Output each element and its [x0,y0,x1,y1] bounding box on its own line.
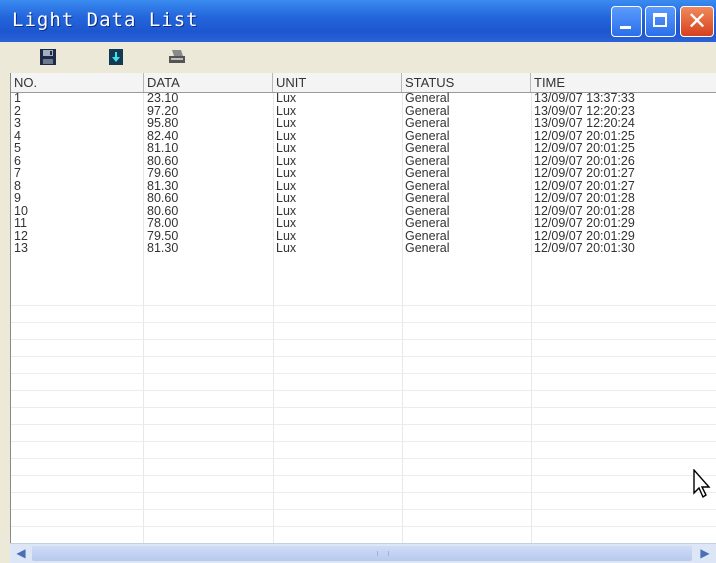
table-row[interactable]: 7 79.60 Lux General 12/09/07 20:01:27 [11,167,716,180]
column-header-no[interactable]: NO. [11,73,144,92]
download-button[interactable] [105,47,127,67]
print-icon [169,50,185,63]
cell-no: 7 [14,166,21,180]
table-row[interactable]: 3 95.80 Lux General 13/09/07 12:20:24 [11,117,716,130]
light-data-list-window: Light Data List ✕ NO. DATA UNIT STATUS T… [0,0,716,563]
download-icon [109,49,123,65]
grid-line [11,339,716,340]
cell-no: 9 [14,191,21,205]
column-header-unit[interactable]: UNIT [273,73,402,92]
grid-line [11,458,716,459]
grid-line [11,424,716,425]
cell-unit: Lux [276,91,297,105]
grid-line [11,322,716,323]
cell-unit: Lux [276,216,297,230]
cell-status: General [405,116,450,130]
grid-line [11,390,716,391]
title-bar[interactable]: Light Data List ✕ [0,0,716,42]
grid-line [11,356,716,357]
cell-no: 1 [14,91,21,105]
table-row[interactable]: 5 81.10 Lux General 12/09/07 20:01:25 [11,142,716,155]
table-row[interactable]: 11 78.00 Lux General 12/09/07 20:01:29 [11,217,716,230]
cell-time: 12/09/07 20:01:29 [534,216,635,230]
maximize-icon [653,13,667,27]
cell-time: 12/09/07 20:01:28 [534,191,635,205]
cell-time: 12/09/07 20:01:27 [534,166,635,180]
grip-icon [377,551,389,556]
cell-data: 81.10 [147,141,179,155]
close-icon: ✕ [686,8,708,35]
column-header-time[interactable]: TIME [531,73,716,92]
grid-line [11,305,716,306]
cell-unit: Lux [276,166,297,180]
cell-data: 79.60 [147,166,179,180]
horizontal-scrollbar[interactable]: ◀ ▶ [10,543,716,563]
data-table[interactable]: NO. DATA UNIT STATUS TIME 1 23.10 Lux Ge… [10,73,716,543]
grid-line [11,509,716,510]
cell-data: 78.00 [147,216,179,230]
cell-status: General [405,91,450,105]
minimize-button[interactable] [611,6,642,37]
cell-status: General [405,166,450,180]
cell-unit: Lux [276,141,297,155]
toolbar [0,42,716,72]
grid-line [11,373,716,374]
cell-unit: Lux [276,191,297,205]
grid-line [11,407,716,408]
cell-data: 80.60 [147,191,179,205]
table-body: 1 23.10 Lux General 13/09/07 13:37:33 2 … [11,92,716,255]
grid-line [11,475,716,476]
cell-time: 13/09/07 12:20:24 [534,116,635,130]
window-title: Light Data List [12,9,199,31]
cell-unit: Lux [276,116,297,130]
maximize-button[interactable] [645,6,676,37]
table-header: NO. DATA UNIT STATUS TIME [11,73,716,93]
cell-data: 95.80 [147,116,179,130]
table-row[interactable]: 13 81.30 Lux General 12/09/07 20:01:30 [11,242,716,255]
column-header-status[interactable]: STATUS [402,73,531,92]
cell-no: 11 [14,216,27,230]
cell-no: 3 [14,116,21,130]
cell-unit: Lux [276,241,297,255]
save-icon [40,49,56,65]
minimize-icon [620,26,631,29]
grid-line [11,526,716,527]
cell-status: General [405,191,450,205]
scroll-right-arrow-icon[interactable]: ▶ [696,545,714,562]
save-button[interactable] [37,47,59,67]
print-button[interactable] [166,47,188,67]
cell-data: 81.30 [147,241,179,255]
cell-time: 12/09/07 20:01:25 [534,141,635,155]
cell-status: General [405,241,450,255]
close-button[interactable]: ✕ [680,6,714,37]
scroll-left-arrow-icon[interactable]: ◀ [12,545,30,562]
column-header-data[interactable]: DATA [144,73,273,92]
cell-no: 13 [14,241,28,255]
mouse-cursor-icon [693,469,711,499]
scrollbar-thumb[interactable] [32,546,692,561]
cell-time: 12/09/07 20:01:30 [534,241,635,255]
cell-no: 5 [14,141,21,155]
table-row[interactable]: 1 23.10 Lux General 13/09/07 13:37:33 [11,92,716,105]
grid-line [11,441,716,442]
cell-data: 23.10 [147,91,179,105]
cell-status: General [405,216,450,230]
grid-line [11,492,716,493]
cell-time: 13/09/07 13:37:33 [534,91,635,105]
table-row[interactable]: 9 80.60 Lux General 12/09/07 20:01:28 [11,192,716,205]
cell-status: General [405,141,450,155]
